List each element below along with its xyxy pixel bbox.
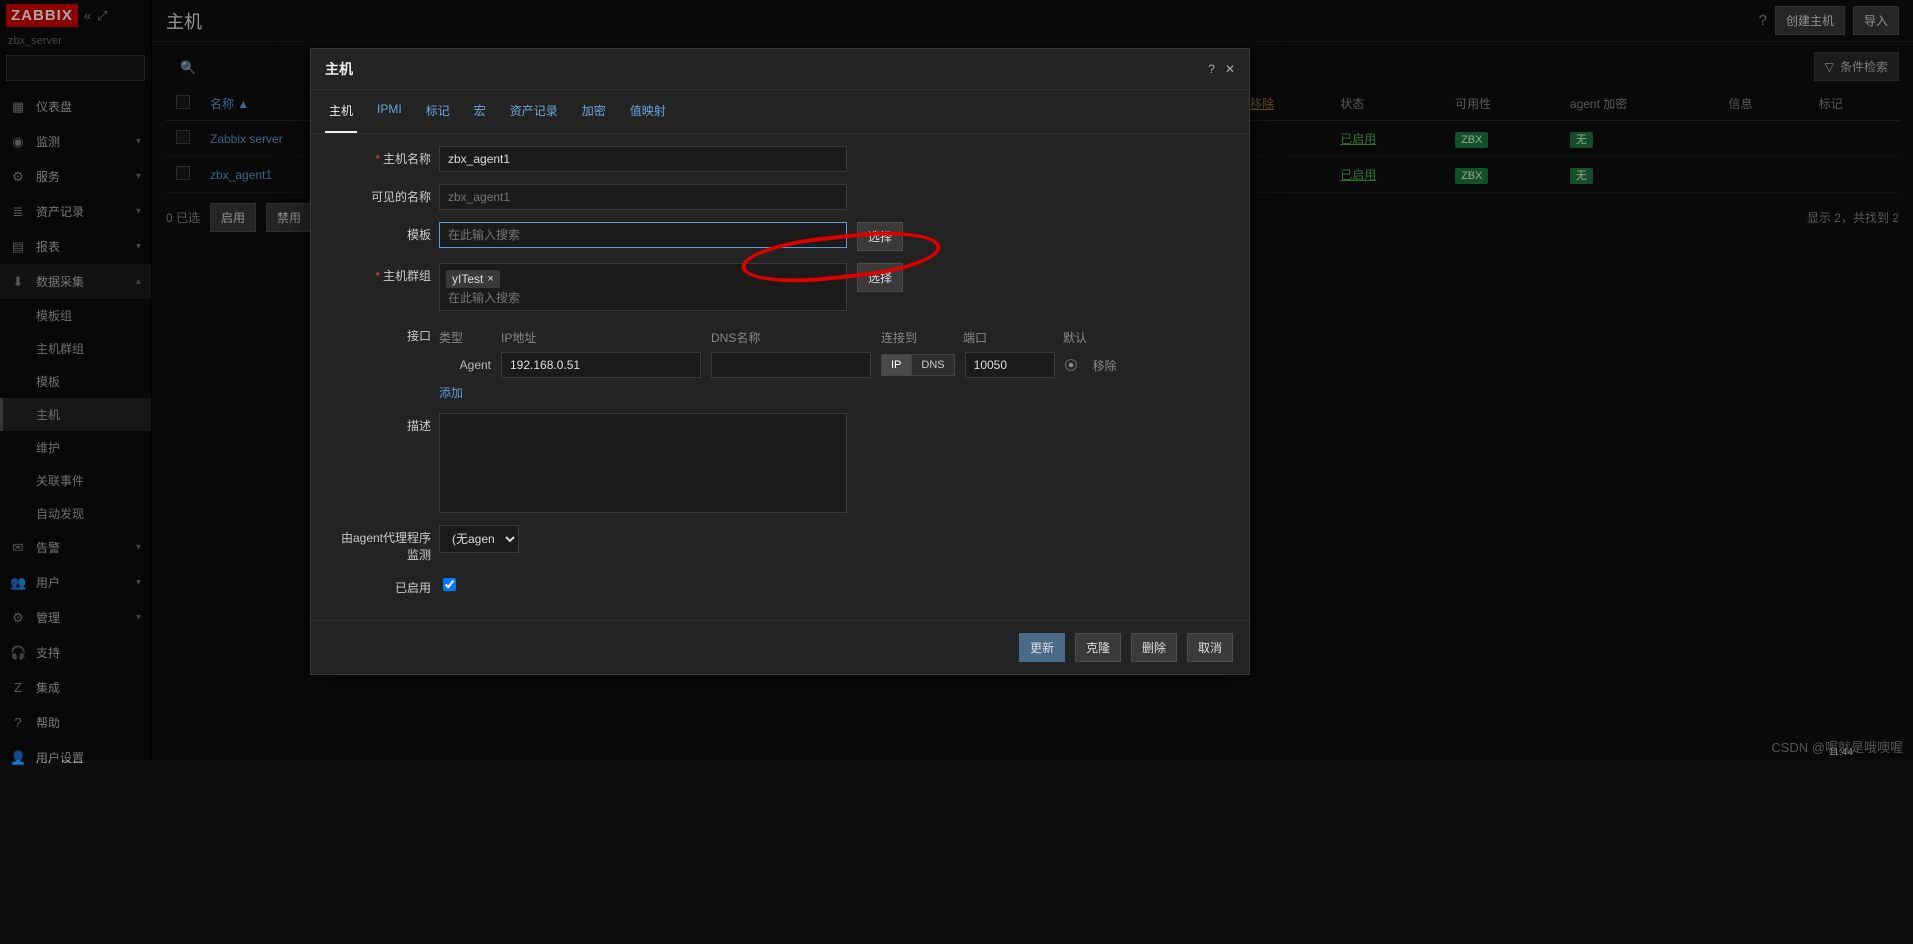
iface-head-type: 类型 [439,329,491,346]
cancel-button[interactable]: 取消 [1187,633,1233,662]
label-hostname: 主机名称 [383,152,431,166]
modal-tab-2[interactable]: 标记 [422,90,454,133]
hostgroup-tag[interactable]: yITest × [446,270,500,288]
iface-head-dns: DNS名称 [711,329,871,346]
visiblename-input[interactable] [439,184,847,210]
modal-tab-4[interactable]: 资产记录 [506,90,562,133]
add-interface-link[interactable]: 添加 [439,378,1123,401]
iface-ip-input[interactable] [501,352,701,378]
iface-head-ip: IP地址 [501,329,701,346]
hostname-input[interactable] [439,146,847,172]
label-description: 描述 [407,419,431,433]
iface-port-input[interactable] [965,352,1055,378]
iface-conn-ip-button[interactable]: IP [881,354,911,376]
hostgroup-tag-remove-icon[interactable]: × [487,273,493,285]
time-badge: 11:44 [1829,747,1853,758]
iface-remove-link[interactable]: 移除 [1093,357,1117,374]
modal-tab-3[interactable]: 宏 [470,90,490,133]
iface-head-conn: 连接到 [881,329,953,346]
update-button[interactable]: 更新 [1019,633,1065,662]
modal-tab-5[interactable]: 加密 [578,90,610,133]
label-interface: 接口 [407,329,431,343]
iface-head-port: 端口 [963,329,1053,346]
description-textarea[interactable] [439,413,847,513]
modal-tab-6[interactable]: 值映射 [626,90,670,133]
modal-title: 主机 [325,59,353,79]
iface-connect-toggle[interactable]: IP DNS [881,354,955,376]
label-enabled: 已启用 [395,581,431,595]
select-template-button[interactable]: 选择 [857,222,903,251]
modal-tab-0[interactable]: 主机 [325,90,357,133]
host-modal: 主机 ? ✕ 主机IPMI标记宏资产记录加密值映射 *主机名称 可见的名称 模板… [310,48,1250,675]
modal-help-icon[interactable]: ? [1208,62,1215,76]
iface-type-label: Agent [439,358,491,372]
label-hostgroup: 主机群组 [383,269,431,283]
modal-tab-1[interactable]: IPMI [373,90,406,133]
label-visiblename: 可见的名称 [371,190,431,204]
iface-conn-dns-button[interactable]: DNS [911,354,954,376]
label-template: 模板 [407,228,431,242]
iface-default-radio[interactable] [1065,359,1077,371]
label-proxy: 由agent代理程序监测 [341,531,431,562]
hostgroup-tag-label: yITest [452,272,483,286]
clone-button[interactable]: 克隆 [1075,633,1121,662]
delete-button[interactable]: 删除 [1131,633,1177,662]
hostgroup-box[interactable]: yITest × [439,263,847,311]
iface-dns-input[interactable] [711,352,871,378]
iface-head-default: 默认 [1063,329,1123,346]
hostgroup-input[interactable] [446,290,840,306]
select-hostgroup-button[interactable]: 选择 [857,263,903,292]
template-input[interactable] [439,222,847,248]
modal-close-icon[interactable]: ✕ [1225,62,1235,76]
proxy-select[interactable]: (无agent) [439,525,519,553]
enabled-checkbox[interactable] [443,578,456,591]
